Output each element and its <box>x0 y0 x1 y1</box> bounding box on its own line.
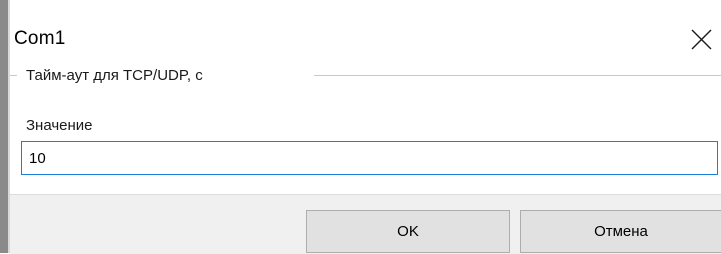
groupbox-title: Тайм-аут для TCP/UDP, с <box>24 67 205 84</box>
ok-button[interactable]: OK <box>306 210 510 253</box>
window-edge <box>0 0 8 253</box>
title-bar: Com1 <box>10 0 721 76</box>
value-input[interactable] <box>21 141 718 175</box>
cancel-button[interactable]: Отмена <box>520 210 721 253</box>
close-icon <box>691 29 712 50</box>
groupbox-border-right <box>314 75 721 76</box>
window-title: Com1 <box>14 28 66 49</box>
dialog-content <box>10 76 721 194</box>
value-label: Значение <box>26 117 93 134</box>
groupbox-border-left <box>10 75 17 76</box>
dialog-window: Com1 Тайм-аут для TCP/UDP, с Значение OK… <box>0 0 721 254</box>
close-button[interactable] <box>685 22 719 56</box>
